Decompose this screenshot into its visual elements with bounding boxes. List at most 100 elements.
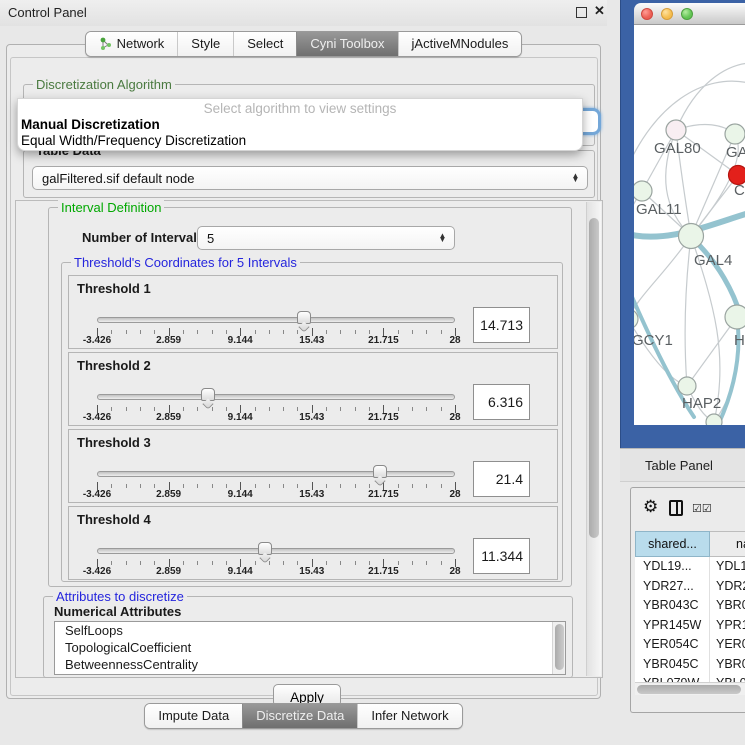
threshold-3-value-field[interactable]: 21.4 (473, 461, 530, 497)
table-row[interactable]: YBR043CYBR0 (635, 596, 745, 616)
table-row[interactable]: YDR27...YDR2 (635, 577, 745, 597)
tab-impute-data[interactable]: Impute Data (145, 704, 242, 728)
threshold-4-value-field[interactable]: 11.344 (473, 538, 530, 574)
tick-mark (412, 561, 413, 565)
node-gal11[interactable] (634, 181, 652, 201)
tab-jactivemnodules[interactable]: jActiveMNodules (398, 32, 522, 56)
node-top-right[interactable] (725, 124, 745, 144)
attribute-list-item[interactable]: BetweennessCentrality (55, 656, 565, 673)
list-scrollbar[interactable] (552, 622, 565, 674)
label-ga-partial: GA (726, 144, 745, 161)
table-row[interactable]: YER054CYER0 (635, 635, 745, 655)
tab-discretize-data[interactable]: Discretize Data (242, 704, 357, 728)
table-row[interactable]: YBL079WYBL0 (635, 674, 745, 682)
node-table: ⚙ ☑☑ shared... na YDL19...YDL1YDR27...YD… (630, 487, 745, 713)
tick-label: 28 (449, 566, 460, 577)
slider-track (97, 548, 455, 554)
attribute-list-item[interactable]: TopologicalCoefficient (55, 639, 565, 656)
cell-shared-name[interactable]: YBL079W (635, 674, 710, 682)
table-toolbar: ⚙ ☑☑ (631, 488, 745, 528)
threshold-1-value-field[interactable]: 14.713 (473, 307, 530, 343)
window-minimize-icon[interactable] (661, 8, 673, 20)
vertical-scrollbar[interactable] (586, 202, 601, 676)
window-zoom-icon[interactable] (681, 8, 693, 20)
cell-name[interactable]: YDR2 (710, 577, 745, 597)
table-row[interactable]: YBR045CYBR0 (635, 655, 745, 675)
scrollbar-thumb[interactable] (555, 624, 564, 670)
slider-thumb[interactable] (258, 542, 272, 555)
number-of-intervals-combo[interactable]: 5 ▲▼ (197, 226, 455, 250)
cell-shared-name[interactable]: YER054C (635, 635, 710, 655)
column-header-name[interactable]: na (710, 531, 745, 557)
slider-thumb[interactable] (201, 388, 215, 401)
cell-name[interactable]: YBL0 (710, 674, 745, 682)
tab-style[interactable]: Style (177, 32, 233, 56)
slider-thumb[interactable] (373, 465, 387, 478)
table-body[interactable]: YDL19...YDL1YDR27...YDR2YBR043CYBR0YPR14… (635, 557, 745, 682)
node-gal4[interactable] (679, 224, 704, 249)
algorithm-option-equal-width[interactable]: Equal Width/Frequency Discretization (18, 132, 582, 148)
network-nodes[interactable] (634, 120, 745, 425)
tab-cyni-toolbox[interactable]: Cyni Toolbox (296, 32, 397, 56)
scrollbar-thumb[interactable] (637, 685, 741, 694)
threshold-4-slider[interactable] (97, 547, 455, 555)
slider-track (97, 471, 455, 477)
threshold-2-value-field[interactable]: 6.316 (473, 384, 530, 420)
threshold-1-slider[interactable] (97, 316, 455, 324)
column-header-shared-name[interactable]: shared... (635, 531, 710, 557)
threshold-2-slider[interactable] (97, 393, 455, 401)
tab-select[interactable]: Select (233, 32, 296, 56)
float-window-icon[interactable] (576, 7, 587, 18)
cell-shared-name[interactable]: YDR27... (635, 577, 710, 597)
checkbox-icons[interactable]: ☑☑ (692, 502, 712, 515)
algorithm-dropdown-popup: Select algorithm to view settings Manual… (17, 98, 583, 151)
table-data-group: Table Data galFiltered.sif default node … (23, 150, 595, 198)
cell-name[interactable]: YDL1 (710, 557, 745, 577)
algorithm-placeholder: Select algorithm to view settings (18, 99, 582, 116)
scrollbar-thumb[interactable] (589, 218, 599, 538)
attributes-group-title: Attributes to discretize (53, 589, 187, 604)
network-canvas[interactable]: GAL80 GA C GAL11 GAL4 GCY1 H HAP2 (634, 25, 745, 425)
cell-name[interactable]: YBR0 (710, 655, 745, 675)
tick-mark (369, 330, 370, 334)
numerical-attributes-list[interactable]: SelfLoopsTopologicalCoefficientBetweenne… (54, 621, 566, 675)
algorithm-option-manual[interactable]: Manual Discretization (18, 116, 582, 132)
cell-shared-name[interactable]: YDL19... (635, 557, 710, 577)
tick-mark (126, 561, 127, 565)
cell-name[interactable]: YBR0 (710, 596, 745, 616)
table-row[interactable]: YDL19...YDL1 (635, 557, 745, 577)
close-icon[interactable]: ✕ (594, 3, 605, 19)
cell-shared-name[interactable]: YBR045C (635, 655, 710, 675)
node-hap2[interactable] (678, 377, 696, 395)
cyni-inner-panel: Discretization Algorithm Select algorith… (10, 57, 598, 696)
network-window-titlebar[interactable] (634, 3, 745, 25)
cell-name[interactable]: YPR1 (710, 616, 745, 636)
gear-icon[interactable]: ⚙ (643, 497, 658, 517)
attribute-list-item[interactable]: SelfLoops (55, 622, 565, 639)
tick-mark (297, 330, 298, 334)
tick-label: 9.144 (228, 489, 253, 500)
cell-shared-name[interactable]: YPR145W (635, 616, 710, 636)
node-gal80[interactable] (666, 120, 686, 140)
node-h[interactable] (725, 305, 745, 329)
tab-network[interactable]: Network (86, 32, 178, 56)
window-close-icon[interactable] (641, 8, 653, 20)
tick-mark (412, 407, 413, 411)
slider-thumb[interactable] (297, 311, 311, 324)
tick-mark (441, 407, 442, 411)
tick-label: 2.859 (156, 489, 181, 500)
cell-shared-name[interactable]: YBR043C (635, 596, 710, 616)
tick-mark (283, 330, 284, 334)
tick-label: 2.859 (156, 412, 181, 423)
table-data-combo[interactable]: galFiltered.sif default node ▲▼ (32, 166, 588, 190)
tick-label: 28 (449, 489, 460, 500)
node-bottom[interactable] (706, 414, 722, 425)
cell-name[interactable]: YER0 (710, 635, 745, 655)
table-row[interactable]: YPR145WYPR1 (635, 616, 745, 636)
columns-icon[interactable] (669, 500, 683, 516)
horizontal-scrollbar[interactable] (635, 682, 745, 695)
network-window: GAL80 GA C GAL11 GAL4 GCY1 H HAP2 (634, 3, 745, 425)
tick-mark (154, 407, 155, 411)
tab-infer-network[interactable]: Infer Network (357, 704, 461, 728)
threshold-3-slider[interactable] (97, 470, 455, 478)
